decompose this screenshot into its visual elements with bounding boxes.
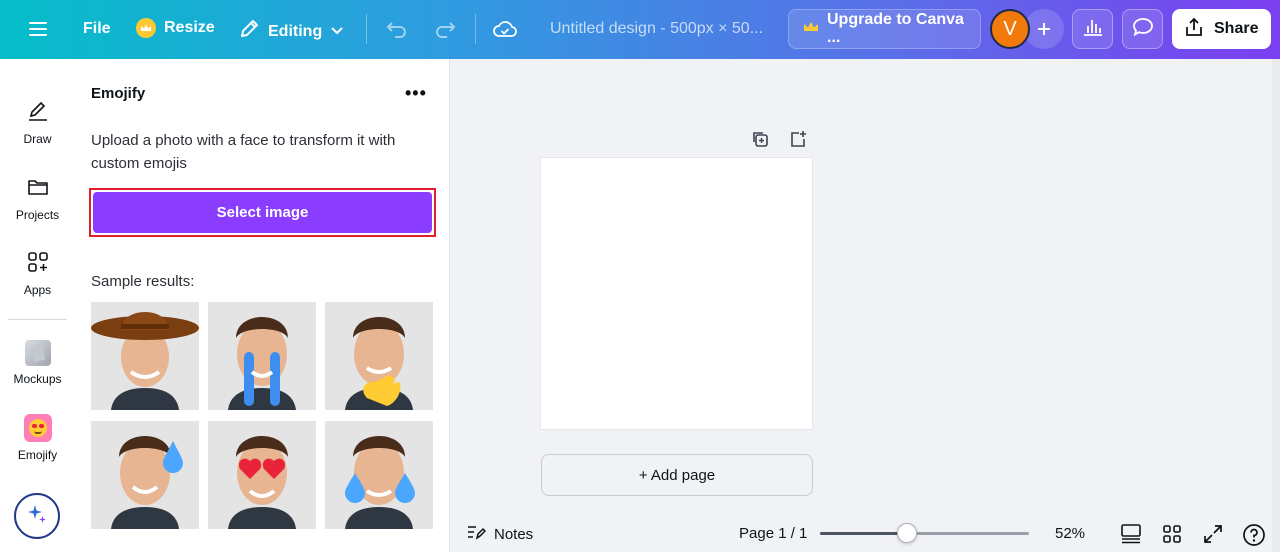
bar-chart-icon [1082,17,1104,42]
design-page[interactable] [541,158,812,429]
resize-label: Resize [164,19,215,36]
fullscreen-icon[interactable] [1202,523,1224,549]
cloud-saved-icon[interactable] [492,17,518,41]
top-toolbar: File Resize Editing Untitled design - 50… [0,0,1280,59]
sidebar-item-draw[interactable]: Draw [0,99,75,146]
notes-label: Notes [494,525,534,543]
sample-result-crying [208,302,316,410]
notes-icon [466,523,487,545]
crown-icon [136,18,156,38]
comment-icon [1132,17,1154,42]
sidebar-item-emojify[interactable]: Emojify [0,414,75,462]
sidebar-divider [8,319,67,320]
sample-results-grid [91,302,433,529]
file-menu[interactable]: File [83,20,111,38]
share-upload-icon [1184,17,1204,42]
mockups-icon [24,340,51,366]
duplicate-page-icon[interactable] [750,129,770,149]
share-label: Share [1214,20,1259,37]
editing-label: Editing [268,22,323,40]
divider [366,14,367,44]
upgrade-label: Upgrade to Canva ... [827,11,964,46]
redo-icon[interactable] [432,17,458,41]
vertical-scrollbar[interactable] [1272,59,1280,552]
upgrade-button[interactable]: Upgrade to Canva ... [788,9,981,49]
file-label: File [83,20,111,37]
bottom-bar: Notes Page 1 / 1 52% [450,515,1280,552]
notes-button[interactable]: Notes [466,523,533,545]
sample-result-cowboy-hat [91,302,199,410]
resize-button[interactable]: Resize [136,18,215,38]
add-page-button[interactable]: + Add page [541,454,813,496]
pencil-icon [238,18,260,45]
help-icon[interactable] [1242,523,1266,551]
sidebar-item-apps[interactable]: Apps [0,250,75,297]
magic-assistant-button[interactable] [14,493,60,539]
undo-icon[interactable] [384,17,410,41]
divider [475,14,476,44]
comments-button[interactable] [1122,9,1163,49]
chevron-down-icon [330,23,344,41]
pen-icon [26,99,50,126]
crown-icon [803,20,819,38]
sidebar-item-label: Projects [15,208,60,222]
apps-grid-icon [26,250,50,277]
hamburger-menu-icon[interactable] [26,18,50,40]
avatar[interactable]: V [990,9,1030,49]
sample-result-sad-tears [325,421,433,529]
samples-label: Sample results: [91,273,195,290]
sidebar-item-mockups[interactable]: Mockups [0,340,75,386]
zoom-slider[interactable] [820,523,1029,543]
sidebar-item-label: Apps [23,283,52,297]
insights-button[interactable] [1072,9,1113,49]
sidebar-item-label: Emojify [17,448,58,462]
zoom-slider-handle[interactable] [897,523,917,543]
sidebar-item-label: Draw [23,132,52,146]
emojify-icon [23,414,52,442]
panel-description: Upload a photo with a face to transform … [91,132,396,172]
canvas-area: + Add page [450,59,1280,552]
page-indicator[interactable]: Page 1 / 1 [739,525,807,542]
select-image-highlight: Select image [89,188,436,237]
invite-plus-button[interactable] [1024,9,1064,49]
sample-result-heart-eyes [208,421,316,529]
more-options-icon[interactable]: ••• [405,83,427,104]
page-view-icon[interactable] [1120,523,1142,549]
panel-title: Emojify [91,85,146,102]
zoom-level[interactable]: 52% [1055,525,1085,542]
design-title[interactable]: Untitled design - 500px × 50... [550,20,763,38]
grid-view-icon[interactable] [1161,523,1183,549]
select-image-button[interactable]: Select image [93,192,432,233]
add-page-icon[interactable] [788,129,808,149]
zoom-slider-fill [820,532,907,535]
sparkle-icon [26,503,48,530]
sample-result-pinch-hand [325,302,433,410]
folder-icon [26,175,50,202]
editing-mode-dropdown[interactable]: Editing [238,18,344,45]
emojify-panel: Emojify ••• Upload a photo with a face t… [75,59,450,552]
left-sidebar: Draw Projects Apps Mockups Emojify [0,59,75,552]
sample-result-sweat-drop [91,421,199,529]
sidebar-item-label: Mockups [13,372,62,386]
share-button[interactable]: Share [1172,9,1271,49]
sidebar-item-projects[interactable]: Projects [0,175,75,222]
